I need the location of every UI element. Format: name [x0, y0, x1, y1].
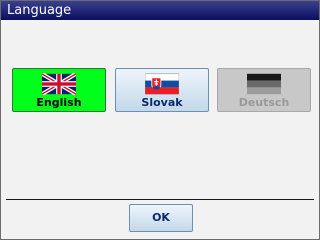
slovak-flag-icon — [145, 73, 179, 95]
language-label-english: English — [36, 96, 82, 109]
language-dialog: Language English Slovak Deutsch OK — [0, 0, 320, 240]
language-label-deutsch: Deutsch — [238, 96, 290, 109]
language-label-slovak: Slovak — [141, 96, 183, 109]
german-flag-icon — [247, 73, 281, 95]
language-button-slovak[interactable]: Slovak — [115, 68, 209, 112]
divider — [6, 199, 314, 200]
language-button-deutsch[interactable]: Deutsch — [217, 68, 311, 112]
window-title: Language — [7, 3, 72, 18]
language-button-english[interactable]: English — [12, 68, 106, 112]
ok-button[interactable]: OK — [129, 204, 193, 232]
title-bar: Language — [1, 1, 319, 20]
uk-flag-icon — [42, 73, 76, 95]
